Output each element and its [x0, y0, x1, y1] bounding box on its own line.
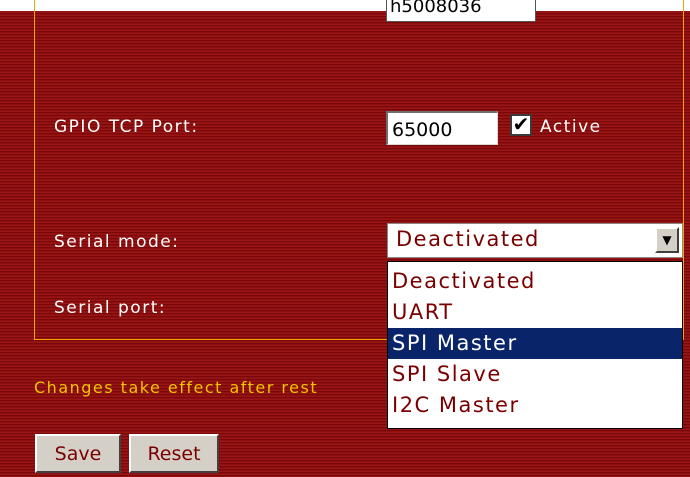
checkmark-icon: ✔ [512, 112, 530, 136]
option-i2c-master[interactable]: I2C Master [388, 390, 682, 421]
serial-mode-dropdown-list: Deactivated UART SPI Master SPI Slave I2… [387, 261, 683, 429]
hostname-label: Hostname: [54, 0, 161, 15]
gpio-tcp-port-input[interactable] [386, 111, 498, 145]
serial-port-label: Serial port: [54, 298, 167, 318]
save-button[interactable]: Save [35, 434, 121, 473]
hostname-input[interactable]: h5008036 [386, 0, 536, 22]
active-label: Active [540, 117, 602, 137]
notice-text: Changes take effect after rest [34, 378, 319, 397]
option-spi-slave[interactable]: SPI Slave [388, 359, 682, 390]
option-deactivated[interactable]: Deactivated [388, 266, 682, 297]
reset-button[interactable]: Reset [129, 434, 219, 473]
option-uart[interactable]: UART [388, 297, 682, 328]
option-spi-master[interactable]: SPI Master [388, 328, 682, 359]
active-checkbox[interactable]: ✔ [510, 114, 532, 136]
hostname-suffix: .local [548, 0, 603, 14]
serial-mode-value: Deactivated [396, 227, 540, 251]
dropdown-arrow-button[interactable]: ▼ [655, 227, 679, 253]
chevron-down-icon: ▼ [662, 233, 672, 247]
serial-mode-label: Serial mode: [54, 232, 180, 252]
serial-mode-select[interactable]: Deactivated ▼ [387, 223, 683, 258]
gpio-tcp-port-label: GPIO TCP Port: [54, 117, 199, 137]
